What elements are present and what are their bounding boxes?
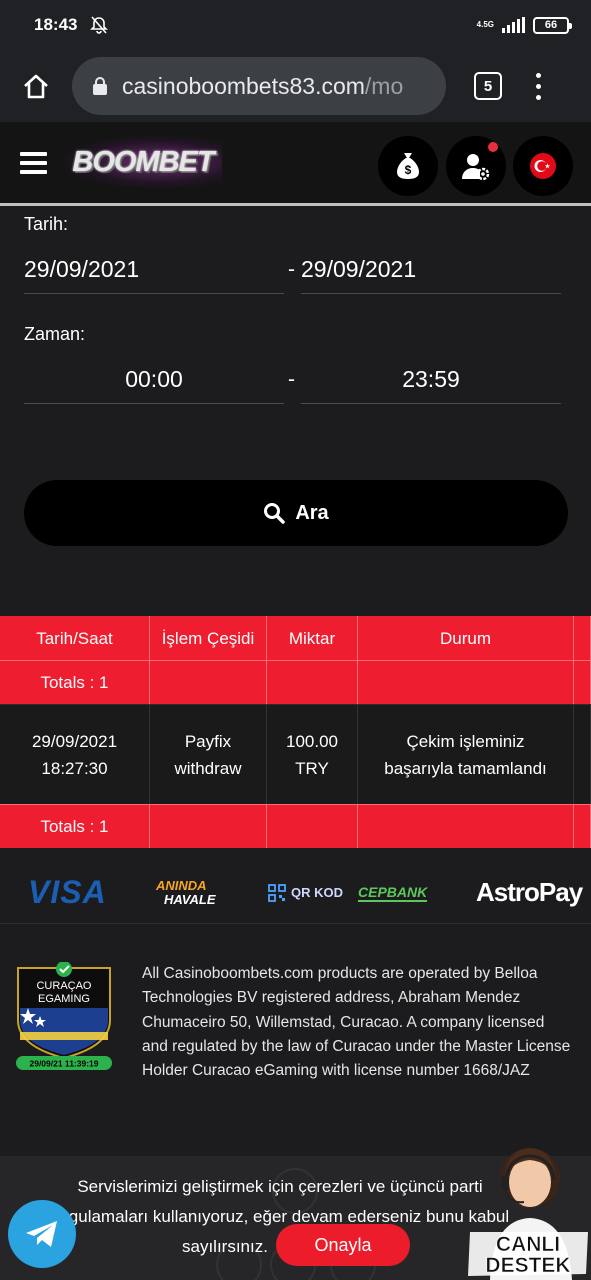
header-amount: Miktar (267, 616, 358, 660)
row-time: 18:27:30 (41, 758, 108, 778)
astropay-logo: AstroPay (476, 877, 583, 907)
notification-dot (488, 142, 498, 152)
cepbank-logo: CEPBANK (358, 883, 428, 902)
search-label: Ara (295, 501, 329, 524)
url-path: /mo (364, 72, 404, 99)
row-type: Payfix withdraw (150, 705, 267, 804)
table-row[interactable]: 29/09/2021 18:27:30 Payfix withdraw 100.… (0, 704, 591, 804)
row-currency: TRY (295, 758, 329, 778)
row-datetime: 29/09/2021 18:27:30 (0, 705, 150, 804)
time-separator: - (288, 368, 295, 391)
status-time: 18:43 (34, 15, 78, 34)
badge-date: 29/09/21 11:39:19 (29, 1059, 98, 1069)
cookie-line-2: uygulamaları kullanıyoruz, eğer devam ed… (50, 1207, 510, 1226)
row-amount: 100.00 TRY (267, 705, 358, 804)
status-bar: 18:43 4.5G 66 (0, 0, 591, 50)
header-extra (574, 616, 591, 660)
table-totals-row: Totals : 1 (0, 660, 591, 704)
lock-icon (93, 77, 107, 95)
aninda-text: ANINDA (156, 877, 207, 893)
telegram-icon (26, 1221, 57, 1247)
tab-switcher-button[interactable]: 5 (474, 72, 502, 100)
header-type: İşlem Çeşidi (150, 616, 267, 660)
row-status-line-1: Çekim işleminiz (406, 731, 525, 751)
battery-icon: 66 (533, 16, 572, 34)
browser-toolbar: casinoboombets83.com/mo 5 (0, 50, 591, 122)
qr-kod-logo: QR KOD (268, 883, 343, 902)
date-from-value: 29/09/2021 (24, 256, 140, 282)
totals-label: Totals : 1 (0, 661, 150, 704)
havale-text: HAVALE (164, 891, 216, 907)
badge-title-2: EGAMING (38, 993, 90, 1005)
time-to-input[interactable]: 23:59 (301, 356, 561, 404)
url-text: casinoboombets83.com/mo (122, 73, 403, 100)
time-to-value: 23:59 (402, 366, 460, 392)
site-logo[interactable]: BOOMBET (64, 136, 222, 188)
muted-bell-icon (90, 16, 109, 34)
row-status: Çekim işleminiz başarıyla tamamlandı (358, 705, 574, 804)
date-to-input[interactable]: 29/09/2021 (301, 246, 561, 294)
time-from-value: 00:00 (125, 366, 183, 392)
date-label: Tarih: (24, 214, 69, 234)
account-settings-button[interactable] (446, 136, 506, 196)
money-bag-icon: $ (397, 153, 419, 179)
browser-menu-button[interactable] (536, 72, 541, 100)
qr-kod-text: QR KOD (291, 885, 343, 900)
table-totals-row-bottom: Totals : 1 (0, 804, 591, 848)
battery-level: 66 (544, 19, 558, 31)
url-domain: casinoboombets83.com (122, 72, 365, 99)
visa-logo: VISA (28, 874, 107, 910)
row-type-kind: withdraw (174, 758, 242, 778)
header-status: Durum (358, 616, 574, 660)
user-settings-icon (462, 154, 490, 181)
cookie-accept-button[interactable]: Onayla (276, 1224, 410, 1266)
language-button[interactable] (513, 136, 573, 196)
address-bar[interactable]: casinoboombets83.com/mo (72, 57, 446, 115)
time-from-input[interactable]: 00:00 (24, 356, 284, 404)
network-type: 4.5G (476, 20, 494, 29)
aninda-havale-logo: ANINDA HAVALE (156, 877, 216, 907)
transactions-table: Tarih/Saat İşlem Çeşidi Miktar Durum Tot… (0, 616, 591, 848)
telegram-button[interactable] (8, 1200, 76, 1268)
site-header: BOOMBET $ (0, 122, 591, 206)
table-header: Tarih/Saat İşlem Çeşidi Miktar Durum (0, 616, 591, 660)
live-support-line-1: CANLI (496, 1233, 560, 1256)
payment-methods-strip: VISA ANINDA HAVALE QR KOD CEPBANK AstroP… (0, 862, 591, 924)
header-date: Tarih/Saat (0, 616, 150, 660)
date-separator: - (288, 258, 295, 281)
home-button[interactable] (0, 50, 72, 122)
live-support-widget[interactable]: CANLI DESTEK (468, 1136, 591, 1280)
search-icon (264, 503, 286, 524)
turkey-flag-icon (530, 153, 556, 179)
deposit-button[interactable]: $ (378, 136, 438, 196)
search-button[interactable]: Ara (24, 480, 568, 546)
svg-text:$: $ (405, 163, 412, 177)
logo-text: BOOMBET (72, 145, 214, 178)
totals-label-bottom: Totals : 1 (0, 805, 150, 848)
cookie-line-1: Servislerimizi geliştirmek için çerezler… (77, 1177, 483, 1196)
date-to-value: 29/09/2021 (301, 256, 417, 282)
home-icon (24, 74, 48, 99)
date-from-input[interactable]: 29/09/2021 (24, 246, 284, 294)
tab-count: 5 (483, 77, 493, 95)
badge-title-1: CURAÇAO (36, 980, 91, 992)
row-amount-value: 100.00 (286, 731, 338, 751)
license-text: All Casinoboombets.com products are oper… (142, 965, 571, 1080)
qr-code-icon (268, 883, 286, 902)
row-date: 29/09/2021 (31, 731, 118, 751)
hamburger-menu-icon[interactable] (20, 152, 47, 174)
curacao-egaming-badge: CURAÇAO EGAMING 29/09/21 11:39:19 (16, 962, 112, 1070)
time-label: Zaman: (24, 324, 86, 344)
row-status-line-2: başarıyla tamamlandı (384, 758, 547, 778)
signal-icon (502, 17, 525, 33)
row-type-method: Payfix (184, 731, 232, 751)
live-support-line-2: DESTEK (485, 1254, 570, 1277)
